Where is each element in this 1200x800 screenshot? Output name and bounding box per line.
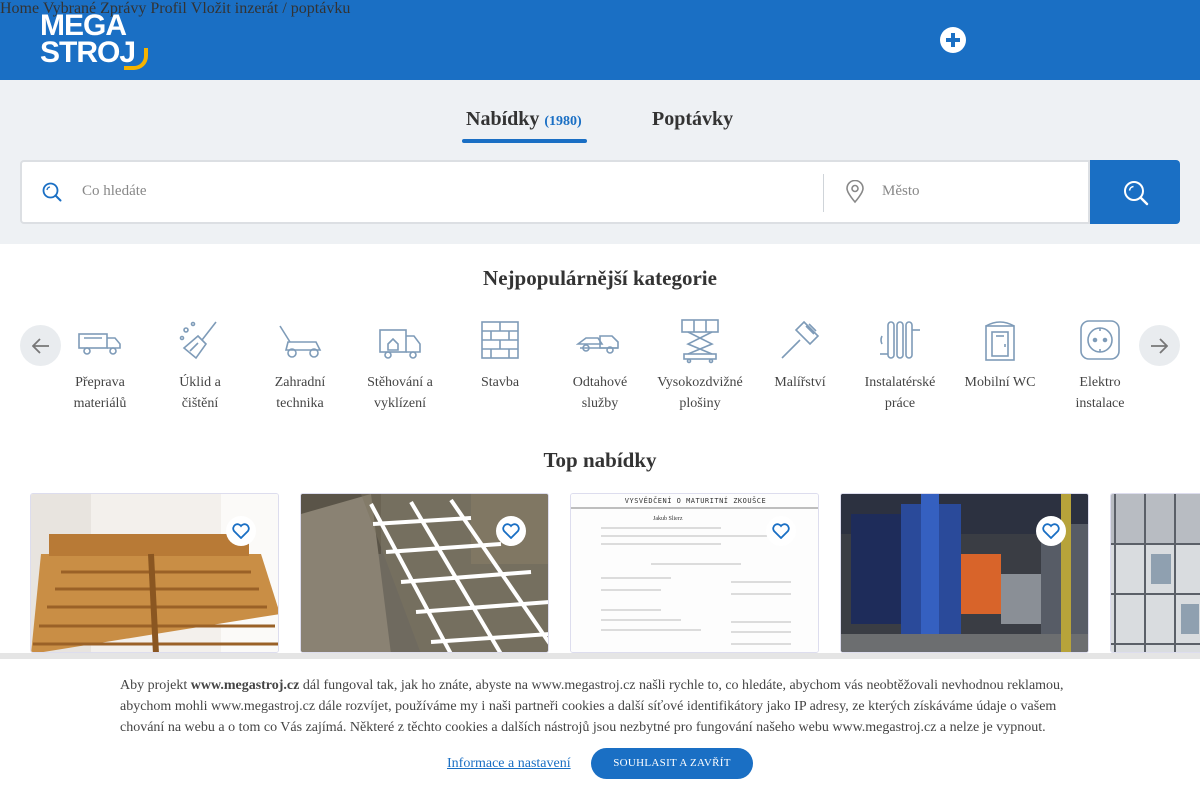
category-label: Malířství: [774, 375, 826, 390]
category-towing[interactable]: Odtahové služby: [550, 316, 650, 414]
cookie-settings-link[interactable]: Informace a nastavení: [447, 756, 571, 772]
logo-line-1: MEGA: [40, 9, 127, 42]
offer-card-1[interactable]: [30, 493, 279, 653]
cookie-consent-text: Aby projekt www.megastroj.cz dál fungova…: [120, 678, 1064, 735]
offer-card-2[interactable]: [300, 493, 549, 653]
category-plumbing[interactable]: Instalatérské práce: [850, 316, 950, 414]
favorite-button[interactable]: [226, 516, 256, 546]
search-divider: [823, 174, 824, 212]
search-input[interactable]: Co hledáte: [82, 183, 147, 200]
category-label: Stěhování a vyklízení: [367, 375, 433, 411]
category-label: Odtahové služby: [572, 375, 628, 411]
category-construction[interactable]: Stavba: [450, 316, 550, 393]
offer-card-3[interactable]: VYSVĚDČENÍ O MATURITNÍ ZKOUŠCE Jakub Sli…: [570, 493, 819, 653]
cookie-site-name: www.megastroj.cz: [190, 678, 300, 693]
favorite-button[interactable]: [1036, 516, 1066, 546]
tab-offers-count: (1980): [544, 114, 582, 129]
location-pin-icon: [846, 180, 864, 204]
tab-requests-label: Poptávky: [652, 108, 734, 130]
megastroj-logo[interactable]: MEGA STROJ: [40, 9, 152, 70]
category-mobile-wc[interactable]: Mobilní WC: [950, 316, 1050, 393]
offer-card-4[interactable]: [840, 493, 1089, 653]
power-socket-icon: [1080, 320, 1120, 360]
category-painting[interactable]: Malířství: [750, 316, 850, 393]
heart-icon: [502, 523, 520, 539]
category-transport[interactable]: Přeprava materiálů: [50, 316, 150, 414]
category-label: Vysokozdvižné plošiny: [657, 375, 743, 411]
nav-home[interactable]: Home: [0, 0, 39, 17]
post-ad-link[interactable]: inzerát / poptávku: [235, 0, 351, 17]
tab-offers[interactable]: Nabídky (1980): [466, 108, 582, 131]
brick-wall-icon: [481, 321, 519, 359]
heart-icon: [772, 523, 790, 539]
tow-truck-icon: [576, 335, 619, 354]
category-label: Zahradní technika: [274, 375, 326, 411]
lawnmower-icon: [279, 325, 322, 358]
post-label[interactable]: Vložit: [191, 0, 231, 17]
active-tab-indicator: [462, 139, 587, 143]
category-lifts[interactable]: Vysokozdvižné plošiny: [650, 316, 750, 414]
scaffolding-photo: [1111, 494, 1200, 652]
heart-icon: [1042, 523, 1060, 539]
offer-card-5[interactable]: [1110, 493, 1200, 653]
category-label: Elektro instalace: [1075, 375, 1125, 411]
radiator-icon: [880, 321, 920, 359]
search-button-icon: [1124, 181, 1149, 206]
category-label: Mobilní WC: [964, 375, 1036, 390]
portable-toilet-icon: [985, 321, 1015, 361]
cookie-accept-button[interactable]: SOUHLASIT A ZAVŘÍT: [591, 748, 753, 779]
categories-title: Nejpopulárnější kategorie: [483, 266, 717, 290]
category-moving[interactable]: Stěhování a vyklízení: [350, 316, 450, 414]
broom-icon: [179, 321, 217, 360]
category-label: Stavba: [480, 375, 520, 390]
search-icon: [42, 182, 62, 202]
category-label: Úklid a čištění: [179, 375, 221, 411]
nav-profile[interactable]: Profil: [150, 0, 186, 17]
tab-offers-label: Nabídky: [466, 108, 540, 130]
favorite-button[interactable]: [496, 516, 526, 546]
paint-brush-icon: [781, 320, 820, 359]
favorite-button[interactable]: [766, 516, 796, 546]
plus-circle-icon[interactable]: [940, 27, 966, 53]
arrow-right-icon: [1151, 338, 1168, 354]
category-label: Instalatérské práce: [864, 375, 936, 411]
logo-swoosh-icon: [124, 48, 148, 70]
cookie-consent-bar: Aby projekt www.megastroj.cz dál fungova…: [0, 653, 1200, 800]
search-input-box[interactable]: [20, 160, 1090, 224]
category-garden[interactable]: Zahradní technika: [250, 316, 350, 414]
arrow-left-icon: [32, 338, 49, 354]
moving-truck-icon: [379, 329, 421, 359]
search-button[interactable]: [1090, 160, 1180, 224]
heart-icon: [232, 523, 250, 539]
category-label: Přeprava materiálů: [73, 375, 127, 411]
tab-requests[interactable]: Poptávky: [652, 108, 733, 131]
truck-icon: [78, 333, 121, 355]
scissor-lift-icon: [681, 319, 719, 364]
category-electrical[interactable]: Elektro instalace: [1050, 316, 1150, 414]
top-navigation-bar: MEGA STROJ Home Vybrané Zprávy Profil Vl…: [0, 0, 1200, 80]
top-offers-title: Top nabídky: [543, 448, 657, 472]
category-cleaning[interactable]: Úklid a čištění: [150, 316, 250, 414]
city-input[interactable]: Město: [882, 183, 920, 200]
